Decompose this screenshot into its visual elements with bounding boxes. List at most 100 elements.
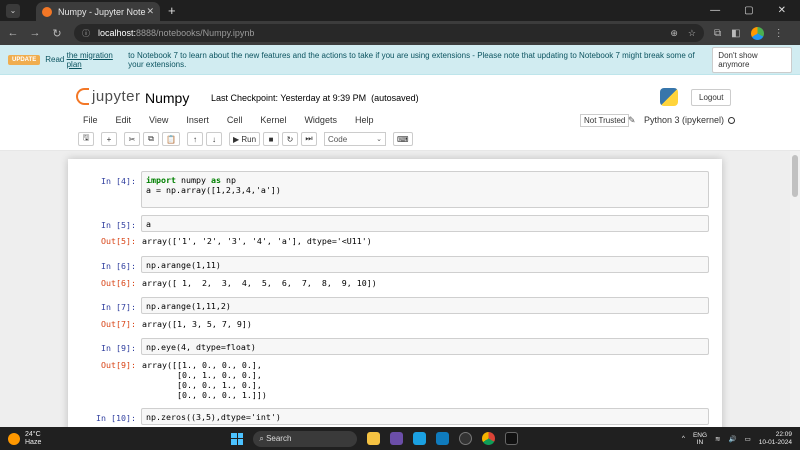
url-input[interactable]: ⓘ localhost: 8888/notebooks/Numpy.ipynb ⊕…	[74, 24, 704, 42]
code-text: np.arange(1,11)	[146, 260, 221, 270]
language-indicator[interactable]: ENG IN	[693, 432, 707, 446]
cell-output: array([[1., 0., 0., 0.], [0., 1., 0., 0.…	[142, 360, 267, 400]
code-input[interactable]: a	[141, 215, 709, 232]
tab-close-icon[interactable]: ✕	[146, 6, 154, 17]
restart-run-all-icon[interactable]: ⏭	[301, 132, 318, 146]
dell-icon[interactable]	[459, 432, 473, 445]
menu-cell[interactable]: Cell	[218, 115, 252, 125]
teams-icon[interactable]	[390, 432, 404, 445]
weather-icon	[8, 432, 20, 445]
jupyter-logo[interactable]: jupyter	[76, 88, 141, 105]
translate-icon[interactable]: ⊕	[670, 28, 678, 39]
move-down-icon[interactable]: ↓	[205, 132, 222, 146]
menu-file[interactable]: File	[74, 115, 107, 125]
show-hidden-icons-chevron-icon[interactable]: ^	[682, 435, 685, 442]
windows-start-icon[interactable]	[231, 432, 244, 445]
system-tray: ^ ENG IN ≋ 🔊 ▭ 22:09 10-01-2024	[682, 431, 792, 447]
checkpoint-status: Last Checkpoint: Yesterday at 9:39 PM (a…	[211, 93, 419, 103]
jupyter-favicon-icon	[42, 6, 52, 17]
new-tab-icon[interactable]: +	[168, 3, 176, 18]
migration-plan-link[interactable]: the migration plan	[67, 51, 126, 69]
bookmark-star-icon[interactable]: ☆	[688, 28, 696, 39]
code-text: a = np.array([1,2,3,4,'a'])	[146, 185, 281, 195]
close-window-icon[interactable]: ✕	[778, 5, 786, 16]
menu-insert[interactable]: Insert	[177, 115, 218, 125]
weather-condition: Haze	[25, 438, 42, 446]
site-info-icon[interactable]: ⓘ	[82, 28, 90, 39]
output-prompt: Out[6]:	[101, 278, 136, 288]
back-icon[interactable]: ←	[4, 27, 22, 39]
code-input[interactable]: np.arange(1,11,2)	[141, 297, 709, 314]
update-badge: UPDATE	[8, 54, 41, 65]
interrupt-icon[interactable]: ■	[263, 132, 280, 146]
browser-tab-bar: ⌄ Numpy - Jupyter Notebook ✕ + — ▢ ✕	[0, 0, 800, 21]
run-label: Run	[241, 134, 257, 144]
terminal-icon[interactable]	[505, 432, 519, 445]
code-input[interactable]: np.zeros((3,5),dtype='int')	[141, 408, 709, 425]
region-code: IN	[696, 438, 704, 446]
menu-edit[interactable]: Edit	[107, 115, 141, 125]
code-input[interactable]: np.arange(1,11)	[141, 256, 709, 273]
browser-tab[interactable]: Numpy - Jupyter Notebook ✕	[36, 2, 160, 21]
menu-kernel[interactable]: Kernel	[251, 115, 295, 125]
cell-output: array(['1', '2', '3', '4', 'a'], dtype='…	[142, 236, 372, 246]
cell-type-value: Code	[328, 134, 348, 144]
maximize-icon[interactable]: ▢	[744, 5, 753, 16]
copy-icon[interactable]: ⧉	[143, 132, 159, 146]
command-palette-icon[interactable]: ⌨	[393, 132, 413, 146]
wifi-icon[interactable]: ≋	[715, 435, 720, 443]
run-button[interactable]: ▶ Run	[228, 132, 261, 146]
dont-show-anymore-button[interactable]: Don't show anymore	[712, 46, 792, 73]
checkpoint-label: Last Checkpoint:	[211, 93, 279, 103]
url-path: 8888/notebooks/Numpy.ipynb	[136, 28, 255, 38]
scrollbar-thumb[interactable]	[792, 155, 798, 197]
cell-output: array([ 1, 2, 3, 4, 5, 6, 7, 8, 9, 10])	[142, 278, 377, 288]
cell-output: array([1, 3, 5, 7, 9])	[142, 319, 252, 329]
logout-button[interactable]: Logout	[691, 89, 732, 106]
notebook-area: In [4]: import numpy as np a = np.array(…	[0, 151, 800, 427]
extensions-icon[interactable]: ⧉	[714, 28, 721, 39]
kernel-status-icon	[728, 117, 736, 124]
taskbar-apps	[367, 432, 519, 445]
volume-icon[interactable]: 🔊	[729, 435, 737, 443]
chevron-down-icon: ⌄	[376, 136, 383, 143]
autosave-status: (autosaved)	[371, 93, 419, 103]
browser-menu-icon[interactable]: ⋮	[774, 28, 784, 39]
code-input[interactable]: import numpy as np a = np.array([1,2,3,4…	[141, 171, 709, 208]
code-keyword: as	[210, 175, 221, 185]
move-up-icon[interactable]: ↑	[186, 132, 203, 146]
menu-help[interactable]: Help	[346, 115, 383, 125]
page-scrollbar[interactable]	[790, 151, 800, 427]
save-icon[interactable]: 🖫	[78, 132, 94, 146]
not-trusted-button[interactable]: Not Trusted	[580, 114, 630, 127]
output-prompt: Out[9]:	[101, 360, 136, 370]
reload-icon[interactable]: ↻	[48, 27, 66, 40]
profile-avatar[interactable]	[750, 26, 764, 40]
jupyter-logo-icon	[76, 88, 89, 105]
menu-widgets[interactable]: Widgets	[295, 115, 346, 125]
tab-list-chevron-icon[interactable]: ⌄	[6, 3, 20, 18]
taskbar-search[interactable]: ⌕ Search	[253, 430, 358, 447]
notebook-name[interactable]: Numpy	[145, 90, 189, 106]
cell-type-select[interactable]: Code ⌄	[324, 132, 387, 146]
store-icon[interactable]	[436, 432, 450, 445]
cut-icon[interactable]: ✂	[124, 132, 140, 146]
file-explorer-icon[interactable]	[367, 432, 381, 445]
edge-icon[interactable]	[413, 432, 427, 445]
forward-icon[interactable]: →	[26, 27, 44, 39]
chrome-icon[interactable]	[482, 432, 496, 445]
restart-icon[interactable]: ↻	[282, 132, 299, 146]
update-banner: UPDATE Read the migration plan to Notebo…	[0, 45, 800, 75]
edit-pencil-icon[interactable]: ✎	[628, 115, 636, 126]
code-text: np.eye(4, dtype=float)	[146, 342, 256, 352]
menu-view[interactable]: View	[140, 115, 177, 125]
minimize-icon[interactable]: —	[710, 5, 720, 16]
insert-cell-icon[interactable]: +	[101, 132, 117, 146]
clock[interactable]: 22:09 10-01-2024	[759, 431, 792, 447]
code-text: np.zeros((3,5),dtype='int')	[146, 412, 281, 422]
battery-icon[interactable]: ▭	[745, 435, 751, 443]
weather-widget[interactable]: 24°C Haze	[8, 431, 41, 447]
sidebar-icon[interactable]: ◧	[731, 28, 740, 39]
code-input[interactable]: np.eye(4, dtype=float)	[141, 338, 709, 355]
paste-icon[interactable]: 📋	[162, 132, 180, 146]
